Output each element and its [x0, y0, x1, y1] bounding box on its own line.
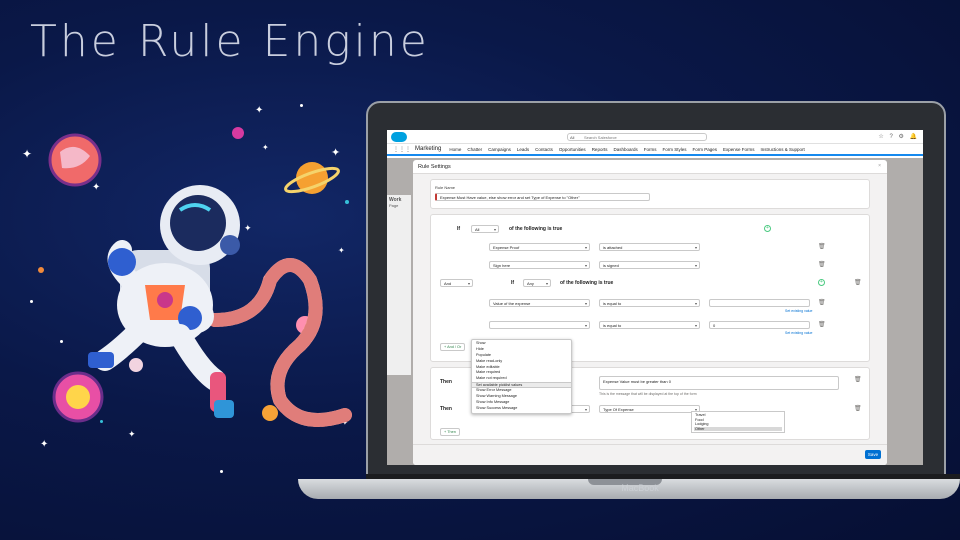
dropdown-option[interactable]: Show Success Message — [472, 406, 571, 412]
trash-icon[interactable]: 🗑 — [854, 280, 862, 286]
add-then-button[interactable]: + Then — [440, 428, 460, 436]
laptop-brand: MacBook — [621, 483, 659, 493]
then-label: Then — [440, 379, 452, 385]
if-label: If — [457, 226, 461, 232]
add-then-label: Then — [447, 430, 456, 434]
header-icons[interactable]: ☆ ? ⚙ 🔔 — [878, 133, 919, 140]
set-existing-value-link[interactable]: Set existing value — [785, 331, 812, 335]
nav-item[interactable]: Opportunities — [559, 147, 586, 152]
astronaut-illustration — [48, 127, 352, 427]
nav-item[interactable]: Home — [449, 147, 461, 152]
app-launcher-icon[interactable]: ⋮⋮⋮ — [393, 146, 411, 153]
sf-global-header: All Search Salesforce ☆ ? ⚙ 🔔 — [387, 130, 923, 144]
laptop-screen: All Search Salesforce ☆ ? ⚙ 🔔 ⋮⋮⋮ Market… — [387, 130, 923, 465]
modal-header: Rule Settings × — [413, 160, 887, 174]
rule-name-input[interactable]: Expense Must Have value, else show error… — [435, 193, 650, 201]
group-of-following-label: of the following is true — [560, 280, 614, 286]
picklist-option-selected[interactable]: Other — [694, 426, 782, 432]
app-name: Marketing — [415, 146, 442, 152]
group-field-select[interactable]: Value of the expense — [489, 299, 590, 307]
nav-item[interactable]: Form Pages — [692, 147, 717, 152]
add-and-or-label: And / Or — [447, 345, 462, 349]
picklist-values-listbox[interactable]: Travel Food Lodging Other — [691, 411, 785, 433]
match-select[interactable]: All — [471, 225, 499, 233]
group-operator-select[interactable]: is equal to — [599, 299, 700, 307]
trash-icon[interactable]: 🗑 — [854, 377, 862, 383]
trash-icon[interactable]: 🗑 — [818, 300, 826, 306]
trash-icon[interactable]: 🗑 — [854, 406, 862, 412]
nav-item[interactable]: Expense Forms — [723, 147, 755, 152]
error-message-help: This is the message that will be display… — [599, 392, 697, 396]
sf-nav-bar: ⋮⋮⋮ Marketing Home Chatter Campaigns Lea… — [387, 144, 923, 156]
rule-name-card: Rule Name Expense Must Have value, else … — [430, 179, 870, 209]
modal-footer: Save — [413, 444, 887, 465]
rule-name-label: Rule Name — [435, 185, 456, 190]
save-button[interactable]: Save — [865, 450, 881, 459]
nav-item[interactable]: Form Styles — [662, 147, 686, 152]
modal-body: Rule Name Expense Must Have value, else … — [413, 174, 887, 444]
background-card-sub: Page — [389, 203, 399, 208]
of-following-label: of the following is true — [509, 226, 563, 232]
nav-item[interactable]: Chatter — [467, 147, 482, 152]
nav-item[interactable]: Forms — [644, 147, 657, 152]
group-value-input[interactable] — [709, 299, 810, 307]
nav-item[interactable]: Contacts — [535, 147, 553, 152]
group-operator-select[interactable]: is equal to — [599, 321, 700, 329]
nav-item[interactable]: Reports — [592, 147, 608, 152]
condition-operator-select[interactable]: is attached — [599, 243, 700, 251]
search-input[interactable]: All Search Salesforce — [567, 133, 707, 141]
add-and-or-button[interactable]: + And / Or — [440, 343, 466, 351]
trash-icon[interactable]: 🗑 — [818, 322, 826, 328]
group-match-select[interactable]: Any — [523, 279, 551, 287]
group-field-select[interactable] — [489, 321, 590, 329]
group-if-label: If — [511, 280, 515, 286]
condition-field-select[interactable]: Expense Proof — [489, 243, 590, 251]
group-value-input[interactable]: 0 — [709, 321, 810, 329]
search-scope[interactable]: All — [570, 134, 574, 141]
trash-icon[interactable]: 🗑 — [818, 244, 826, 250]
modal-title: Rule Settings — [418, 164, 451, 170]
add-group-condition-icon[interactable]: + — [818, 279, 825, 286]
condition-operator-select[interactable]: is signed — [599, 261, 700, 269]
close-icon[interactable]: × — [878, 163, 881, 169]
condition-field-select[interactable]: Sign here — [489, 261, 590, 269]
nav-item[interactable]: Campaigns — [488, 147, 511, 152]
target-field-select[interactable]: Type Of Expense — [599, 405, 700, 413]
nav-item[interactable]: Dashboards — [613, 147, 637, 152]
then-label-2: Then — [440, 406, 452, 412]
nav-item[interactable]: Instructions & Support — [761, 147, 805, 152]
rule-settings-modal: Rule Settings × Rule Name Expense Must H… — [413, 160, 887, 465]
connector-select[interactable]: And — [440, 279, 473, 287]
nav-item[interactable]: Leads — [517, 147, 529, 152]
salesforce-logo-icon — [391, 132, 407, 142]
trash-icon[interactable]: 🗑 — [818, 262, 826, 268]
error-message-textarea[interactable]: Expense Value must be greater than 0 — [599, 376, 839, 390]
add-condition-icon[interactable]: + — [764, 225, 771, 232]
set-existing-value-link[interactable]: Set existing value — [785, 309, 812, 313]
search-placeholder: Search Salesforce — [584, 135, 617, 140]
sf-page-overlay: Work Page Rule Settings × Rule Name Expe… — [387, 158, 923, 465]
action-dropdown-menu: Show Hide Populate Make read-only Make e… — [471, 339, 572, 414]
background-card: Work Page — [387, 195, 411, 375]
